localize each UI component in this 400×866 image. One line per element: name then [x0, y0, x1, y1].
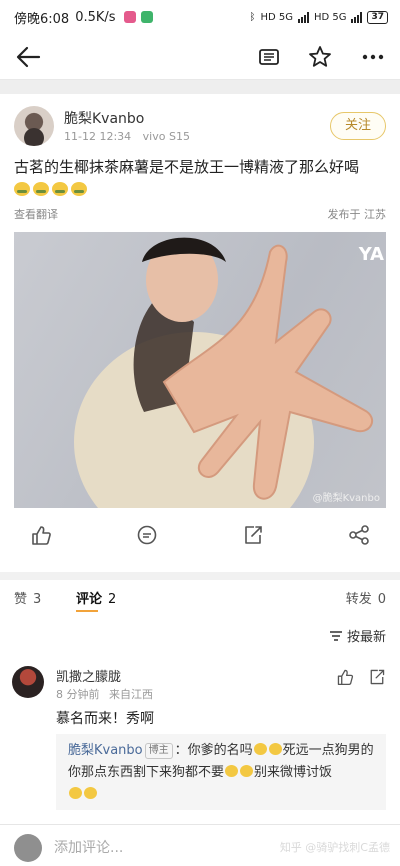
status-time: 傍晚6:08 — [14, 11, 70, 27]
network-label: HD 5G — [313, 11, 347, 23]
emoji-icon — [14, 182, 30, 196]
section-divider — [0, 80, 400, 94]
comment-item: 凯撒之朦胧 8 分钟前 来自江西 慕名而来！秀啊 脆梨Kvanbo 博主 ：你爹的名… — [0, 654, 400, 824]
author-avatar[interactable] — [14, 106, 54, 146]
active-tab-indicator — [76, 610, 98, 612]
emoji-icon — [253, 743, 267, 755]
section-divider — [0, 572, 400, 580]
sort-bar: 按最新 — [0, 614, 400, 654]
network-speed: 0.5K/s — [75, 9, 116, 25]
comment-repost-icon[interactable] — [368, 668, 386, 686]
comment-meta: 8 分钟前 来自江西 — [56, 686, 159, 702]
comment-location: 来自江西 — [109, 688, 153, 701]
emoji-row — [14, 182, 87, 196]
share-icon[interactable] — [348, 524, 370, 546]
notification-app-icon — [140, 11, 153, 23]
comment-like-icon[interactable] — [336, 668, 354, 686]
commenter-avatar[interactable] — [12, 666, 44, 698]
status-bar: 傍晚6:08 0.5K/s ᛒ HD 5G HD 5G 37 — [0, 0, 400, 34]
emoji-icon — [69, 787, 82, 799]
interaction-tabs: 赞3 评论 2 转发 0 — [0, 580, 400, 614]
image-corner-text: YA — [358, 244, 384, 265]
likes-count: 3 — [33, 592, 42, 607]
emoji-icon — [33, 182, 49, 196]
commenter-name[interactable]: 凯撒之朦胧 — [56, 666, 121, 685]
weibo-post-card: 脆梨Kvanbo 11-12 12:34 vivo S15 关注 古茗的生椰抹茶… — [0, 94, 400, 572]
signal-icon — [351, 11, 363, 23]
comment-input[interactable]: 添加评论... — [54, 837, 123, 857]
source-watermark: 知乎 @骑驴找刺C孟德 — [279, 841, 390, 854]
emoji-icon — [84, 787, 97, 799]
emoji-icon — [225, 765, 239, 777]
likes-label: 赞 — [14, 592, 28, 607]
follow-button[interactable]: 关注 — [330, 112, 386, 140]
reader-mode-icon[interactable] — [256, 44, 282, 70]
comments-label: 评论 — [76, 592, 103, 607]
tab-likes[interactable]: 赞3 — [14, 588, 41, 607]
notification-app-icon — [123, 11, 136, 23]
network-label: HD 5G — [260, 11, 293, 23]
more-icon[interactable] — [360, 44, 386, 70]
author-name[interactable]: 脆梨Kvanbo — [64, 108, 144, 128]
comments-count: 2 — [108, 592, 117, 607]
post-meta: 11-12 12:34 vivo S15 — [64, 130, 198, 143]
author-reply[interactable]: 脆梨Kvanbo 博主 ：你爹的名吗 死远一点狗男的 你那点东西割下来狗都不要 别来微博… — [56, 734, 386, 810]
my-avatar — [14, 834, 42, 862]
post-date: 11-12 12:34 — [64, 130, 132, 143]
comment-time: 8 分钟前 — [56, 688, 100, 701]
comment-text: 慕名而来！秀啊 — [56, 711, 154, 727]
tab-comments[interactable]: 评论 2 — [76, 588, 116, 607]
top-navigation-bar — [0, 34, 400, 80]
post-device: vivo S15 — [142, 130, 190, 143]
reply-author[interactable]: 脆梨Kvanbo — [68, 743, 143, 758]
battery-icon: 37 — [367, 10, 388, 24]
post-action-bar — [0, 520, 400, 550]
bluetooth-icon: ᛒ — [249, 11, 256, 23]
emoji-icon — [268, 743, 282, 755]
reposts-count: 0 — [377, 592, 386, 607]
sort-toggle[interactable]: 按最新 — [329, 626, 386, 645]
post-text: 古茗的生椰抹茶麻薯是不是放王一博精液了那么好喝 — [14, 158, 360, 176]
sort-label: 按最新 — [346, 630, 386, 645]
translate-link[interactable]: 查看翻译 — [14, 206, 58, 222]
comment-icon[interactable] — [136, 524, 158, 546]
tab-reposts[interactable]: 转发 0 — [346, 588, 386, 607]
reply-text-part1: ：你爹的名吗 — [174, 743, 253, 758]
star-icon[interactable] — [307, 44, 333, 70]
post-image[interactable]: @脆梨Kvanbo YA — [14, 232, 386, 508]
emoji-icon — [240, 765, 254, 777]
sort-icon — [329, 630, 342, 641]
like-icon[interactable] — [30, 524, 52, 546]
image-watermark: @脆梨Kvanbo — [312, 493, 380, 504]
comment-input-bar: 添加评论... 知乎 @骑驴找刺C孟德 — [0, 824, 400, 866]
reposts-label: 转发 — [345, 592, 372, 607]
emoji-icon — [71, 182, 87, 196]
emoji-icon — [52, 182, 68, 196]
status-indicators: ᛒ HD 5G HD 5G 37 — [249, 10, 388, 24]
post-location: 发布于 江苏 — [327, 208, 387, 221]
back-arrow-icon[interactable] — [14, 44, 42, 70]
signal-icon — [297, 11, 309, 23]
reply-text-part3: 别来微博讨饭 — [254, 765, 333, 780]
repost-icon[interactable] — [242, 524, 264, 546]
blogger-tag: 博主 — [144, 743, 173, 759]
post-photo-illustration — [74, 237, 374, 508]
